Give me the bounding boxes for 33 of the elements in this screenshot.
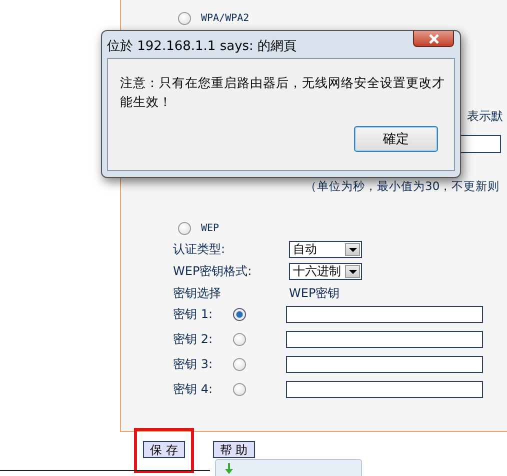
option-label: WEP <box>201 223 220 234</box>
radio-button[interactable] <box>233 308 246 321</box>
key-format-dropdown[interactable]: 十六进制 <box>289 263 362 280</box>
field-label: 认证类型: <box>173 241 226 258</box>
input-field[interactable] <box>286 381 483 398</box>
auth-type-dropdown[interactable]: 自动 <box>289 241 362 258</box>
input-field[interactable] <box>286 306 483 323</box>
hint-text: 表示默 <box>467 109 503 123</box>
dialog-title: 位於 192.168.1.1 says: 的網頁 <box>107 38 297 55</box>
field-label: WEP密钥格式: <box>173 263 252 280</box>
input-field[interactable] <box>459 135 501 153</box>
radio-button[interactable] <box>178 12 191 25</box>
dialog-message: 注意：只有在您重启路由器后，无线网络安全设置更改才能生效！ <box>120 74 446 111</box>
radio-button[interactable] <box>233 383 246 396</box>
radio-button[interactable] <box>233 358 246 371</box>
form-button[interactable]: 保 存 <box>143 441 185 458</box>
radio-button[interactable] <box>233 333 246 346</box>
download-arrow-icon[interactable] <box>224 463 234 475</box>
input-field[interactable] <box>286 356 483 373</box>
column-header: 密钥选择 <box>173 285 221 302</box>
note-text: （单位为秒，最小值为30，不更新则 <box>305 179 500 193</box>
close-icon <box>428 34 440 44</box>
key-label: 密钥 3: <box>173 356 214 373</box>
key-label: 密钥 2: <box>173 331 214 348</box>
column-header: WEP密钥 <box>289 285 340 302</box>
key-label: 密钥 4: <box>173 381 214 398</box>
ok-button[interactable]: 確定 <box>354 126 438 152</box>
radio-button[interactable] <box>178 222 191 235</box>
option-label: WPA/WPA2 <box>201 13 250 24</box>
close-button[interactable] <box>413 31 454 47</box>
key-label: 密钥 1: <box>173 306 214 323</box>
form-button[interactable]: 帮 助 <box>212 441 255 458</box>
input-field[interactable] <box>286 331 483 348</box>
